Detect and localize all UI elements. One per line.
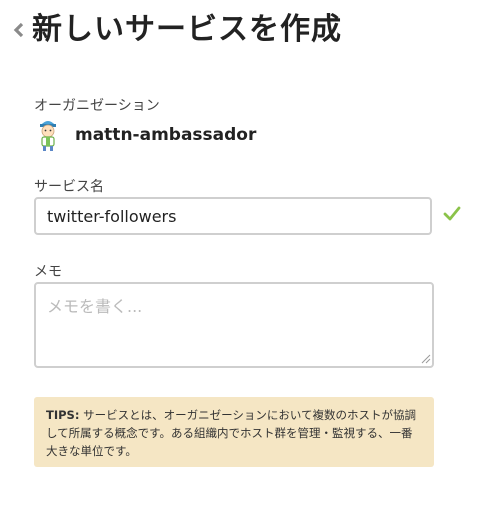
tips-label: TIPS: (46, 408, 80, 422)
tips-text: サービスとは、オーガニゼーションにおいて複数のホストが協調して所属する概念です。… (46, 408, 417, 458)
memo-textarea[interactable] (34, 282, 434, 368)
back-link[interactable] (8, 10, 30, 50)
organization-name: mattn-ambassador (75, 125, 257, 145)
service-name-input[interactable] (34, 197, 432, 235)
check-icon (443, 206, 461, 221)
avatar (34, 118, 62, 152)
page-header: 新しいサービスを作成 (8, 10, 342, 50)
page-title: 新しいサービスを作成 (32, 12, 342, 47)
organization-row: mattn-ambassador (34, 118, 256, 152)
organization-label: オーガニゼーション (34, 98, 160, 114)
chevron-left-icon (13, 22, 24, 38)
tips-box: TIPS: サービスとは、オーガニゼーションにおいて複数のホストが協調して所属す… (34, 397, 434, 467)
service-name-label: サービス名 (34, 179, 104, 195)
resize-handle-icon[interactable] (421, 354, 431, 364)
memo-label: メモ (34, 264, 62, 280)
